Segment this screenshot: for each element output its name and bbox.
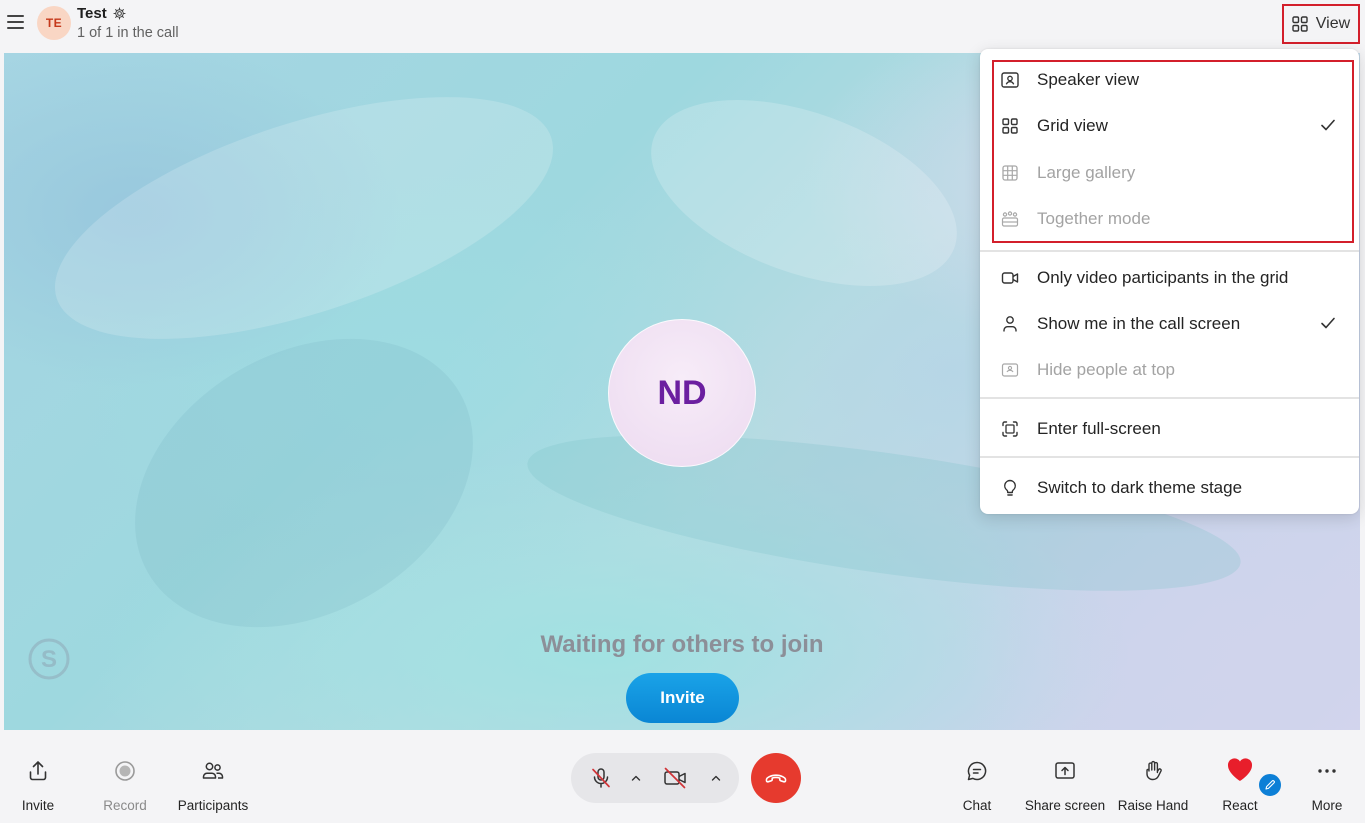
participant-avatar[interactable]: ND <box>608 319 756 467</box>
call-toolbar: Invite Record Participants Chat Share sc… <box>0 735 1365 823</box>
menu-item-label: Grid view <box>1037 116 1108 135</box>
menu-item-together-mode: Together mode <box>980 199 1359 239</box>
menu-item-dark-theme-stage[interactable]: Switch to dark theme stage <box>980 468 1359 508</box>
toolbar-chat-button[interactable]: Chat <box>952 735 1002 823</box>
group-avatar[interactable]: TE <box>37 6 71 40</box>
checkmark-icon <box>1321 317 1335 329</box>
toolbar-label: Record <box>103 798 147 813</box>
toolbar-participants-button[interactable]: Participants <box>173 735 253 823</box>
toolbar-label: React <box>1222 798 1258 813</box>
menu-item-label: Speaker view <box>1037 70 1140 89</box>
toolbar-label: More <box>1311 798 1343 813</box>
hide-people-icon <box>1001 363 1019 377</box>
more-icon <box>1318 769 1336 773</box>
view-button-label: View <box>1315 15 1351 32</box>
participant-count: 1 of 1 in the call <box>77 25 179 41</box>
heart-icon <box>1227 758 1253 781</box>
mic-off-icon <box>592 768 610 788</box>
toolbar-invite-button[interactable]: Invite <box>8 735 68 823</box>
menu-item-label: Enter full-screen <box>1037 419 1161 438</box>
grid-view-icon <box>1002 118 1018 134</box>
menu-item-show-me[interactable]: Show me in the call screen <box>980 304 1359 344</box>
large-gallery-icon <box>1002 165 1018 181</box>
toolbar-share-screen-button[interactable]: Share screen <box>1022 735 1108 823</box>
mute-mic-button[interactable] <box>579 753 623 803</box>
call-title[interactable]: Test <box>77 5 126 22</box>
chat-icon <box>967 761 987 781</box>
menu-item-label: Together mode <box>1037 209 1151 228</box>
view-button[interactable]: View <box>1282 4 1360 44</box>
camera-off-icon <box>664 767 686 789</box>
invite-button[interactable]: Invite <box>626 673 739 723</box>
gear-icon[interactable] <box>113 7 126 20</box>
menu-divider <box>980 397 1359 399</box>
call-header: TE Test 1 of 1 in the call View <box>0 0 1365 48</box>
toolbar-more-button[interactable]: More <box>1304 735 1350 823</box>
menu-item-label: Only video participants in the grid <box>1037 268 1289 287</box>
raise-hand-icon <box>1146 760 1162 781</box>
waiting-message: Waiting for others to join <box>540 631 824 658</box>
pencil-icon <box>1265 780 1275 790</box>
toolbar-label: Participants <box>177 798 249 813</box>
menu-item-speaker-view[interactable]: Speaker view <box>980 60 1359 100</box>
fullscreen-icon <box>1002 421 1018 437</box>
toolbar-label: Share screen <box>1024 798 1106 813</box>
menu-item-label: Hide people at top <box>1037 360 1175 379</box>
hamburger-menu-icon[interactable] <box>7 12 27 32</box>
checkmark-icon <box>1321 119 1335 131</box>
menu-item-label: Show me in the call screen <box>1037 314 1241 333</box>
share-screen-icon <box>1055 762 1075 779</box>
call-title-text: Test <box>77 5 107 22</box>
toolbar-raise-hand-button[interactable]: Raise Hand <box>1115 735 1191 823</box>
menu-item-label: Switch to dark theme stage <box>1037 478 1243 497</box>
together-mode-icon <box>1001 211 1019 227</box>
chevron-up-icon <box>631 775 641 781</box>
mic-options-chevron[interactable] <box>625 753 647 803</box>
menu-item-only-video-participants[interactable]: Only video participants in the grid <box>980 258 1359 298</box>
record-icon <box>115 761 135 781</box>
camera-toggle-button[interactable] <box>653 753 699 803</box>
edit-reaction-badge[interactable] <box>1257 772 1283 798</box>
speaker-view-icon <box>1001 72 1019 88</box>
share-upload-icon <box>29 761 47 781</box>
toolbar-label: Invite <box>21 798 55 813</box>
view-menu: Speaker view Grid view Large gallery Tog… <box>980 49 1359 514</box>
menu-item-label: Large gallery <box>1037 163 1136 182</box>
menu-divider <box>980 456 1359 458</box>
menu-divider <box>980 250 1359 252</box>
end-call-button[interactable] <box>751 753 801 803</box>
menu-item-enter-fullscreen[interactable]: Enter full-screen <box>980 409 1359 449</box>
chevron-up-icon <box>711 775 721 781</box>
menu-item-large-gallery: Large gallery <box>980 153 1359 193</box>
person-icon <box>1003 316 1017 332</box>
camera-options-chevron[interactable] <box>705 753 727 803</box>
video-camera-icon <box>1001 272 1019 284</box>
hang-up-icon <box>765 774 787 783</box>
toolbar-record-button: Record <box>95 735 155 823</box>
menu-item-hide-people-at-top: Hide people at top <box>980 350 1359 390</box>
grid-view-icon <box>1292 16 1308 32</box>
toolbar-label: Raise Hand <box>1117 798 1189 813</box>
media-controls <box>571 753 739 803</box>
menu-item-grid-view[interactable]: Grid view <box>980 106 1359 146</box>
lightbulb-icon <box>1004 479 1016 496</box>
participants-icon <box>202 762 224 779</box>
toolbar-label: Chat <box>962 798 992 813</box>
